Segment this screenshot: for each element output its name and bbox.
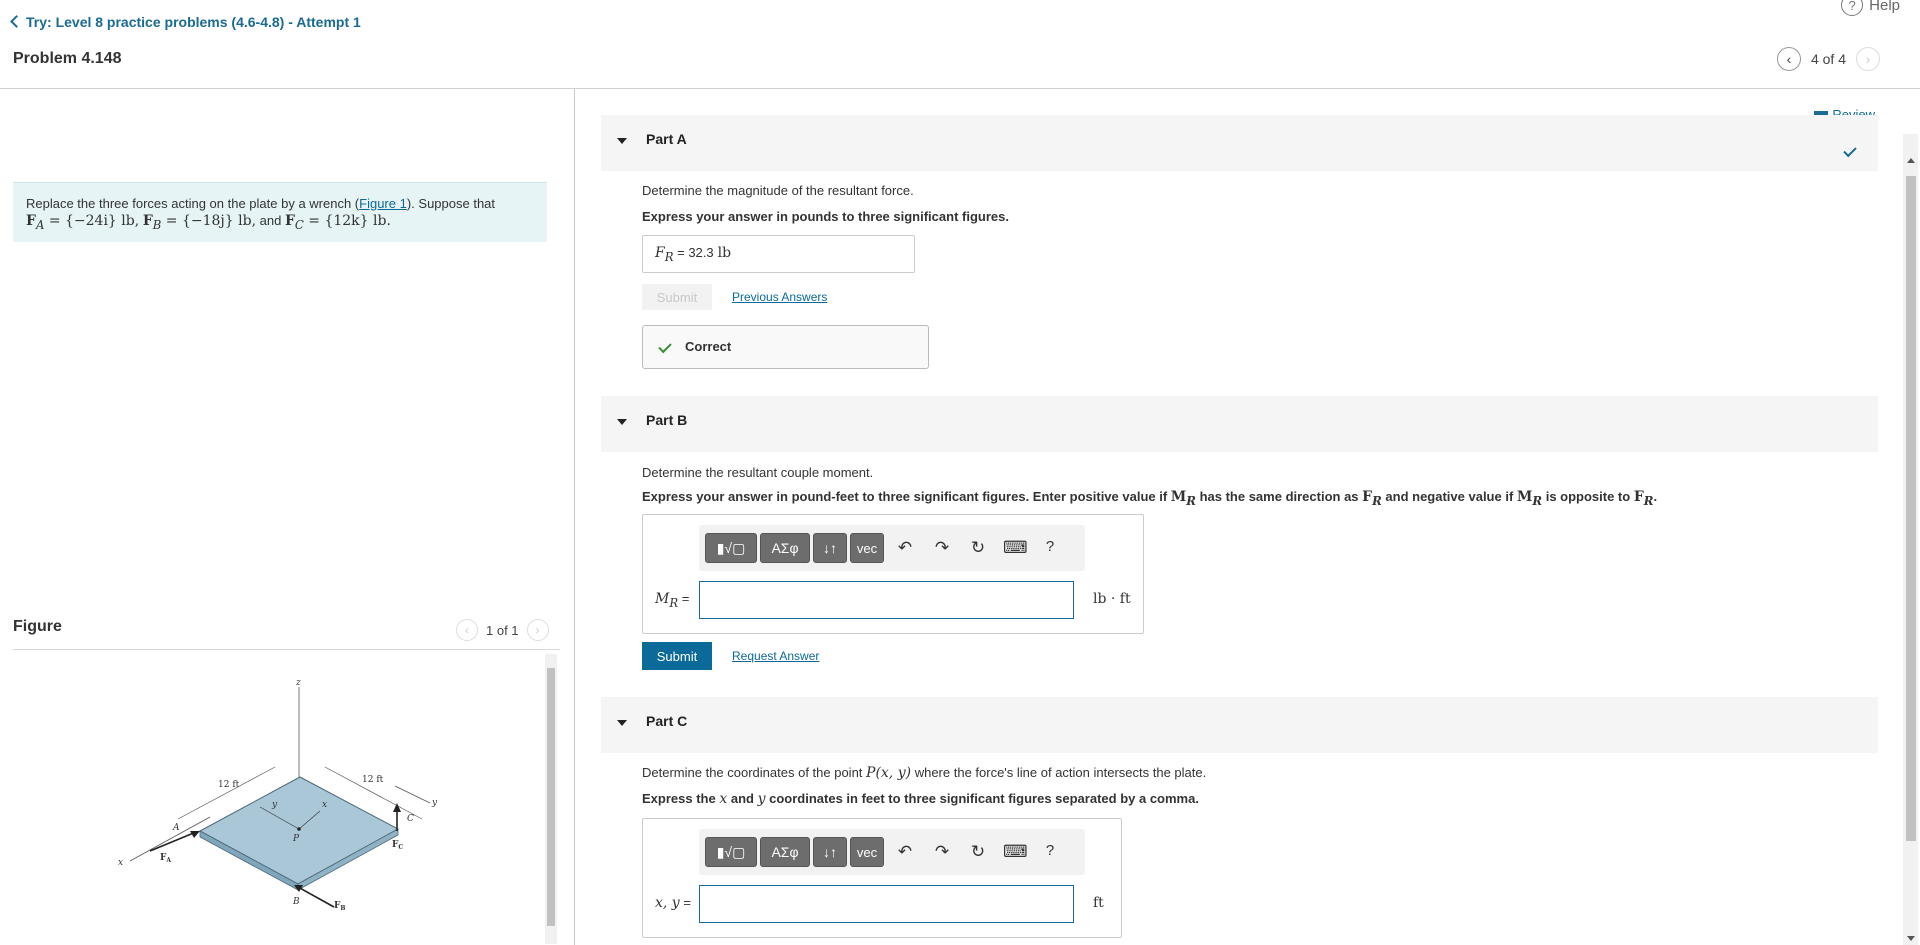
figure-link[interactable]: Figure 1 [359,196,407,211]
figure-divider [13,649,560,650]
back-to-assignment-link[interactable]: Try: Level 8 practice problems (4.6-4.8)… [10,14,361,30]
corner-c-label: C [407,814,414,824]
help-icon: ? [1841,0,1864,16]
answer-pane-scrollbar-thumb[interactable] [1906,176,1916,841]
figure-heading: Figure [13,618,62,635]
inner-y-label: y [271,800,278,810]
templates-button[interactable]: ▮√▢ [705,533,757,563]
part-c-header[interactable]: Part C [601,697,1878,753]
vector-button[interactable]: vec [850,533,884,563]
part-a-submit-button[interactable]: Submit [642,284,712,310]
help-link[interactable]: ? Help [1841,0,1900,16]
problem-pane: Replace the three forces acting on the p… [0,89,575,945]
part-b-question: Determine the resultant couple moment. [642,465,874,480]
request-answer-link[interactable]: Request Answer [732,649,819,663]
redo-icon[interactable]: ↷ [931,538,953,558]
x-axis-label: x [118,858,123,868]
part-b-answer-box: ▮√▢ ΑΣφ ↓↑ vec ↶ ↷ ↻ ⌨ ? MR = lb · ft [642,514,1144,634]
undo-icon[interactable]: ↶ [894,842,916,862]
scroll-down-arrow-icon[interactable] [1907,936,1915,941]
part-c-instruction: Express the x and y coordinates in feet … [642,791,1199,807]
answer-pane-scrollbar[interactable] [1903,134,1918,945]
chevron-left-icon [10,15,23,28]
problem-pager: ‹ 4 of 4 › [1776,47,1880,71]
next-figure-button[interactable]: › [526,619,549,641]
part-b-math-toolbar: ▮√▢ ΑΣφ ↓↑ vec ↶ ↷ ↻ ⌨ ? [699,525,1085,571]
part-b-header[interactable]: Part B [601,396,1878,452]
corner-a-label: A [172,823,180,833]
correct-check-icon [658,339,672,354]
part-c-question: Determine the coordinates of the point P… [642,765,1207,781]
part-b-answer-input[interactable] [699,581,1074,619]
completed-check-icon [1843,143,1857,158]
part-a-header[interactable]: Part A [601,115,1878,171]
greek-symbols-button[interactable]: ΑΣφ [760,837,810,867]
force-a-label: FA [160,853,171,864]
templates-button[interactable]: ▮√▢ [705,837,757,867]
next-problem-button[interactable]: › [1856,47,1880,71]
part-b-unit: lb · ft [1093,591,1131,607]
collapse-triangle-icon [617,419,627,425]
vector-button[interactable]: vec [850,837,884,867]
z-axis-label: z [295,679,301,688]
part-c-unit: ft [1093,895,1104,911]
collapse-triangle-icon [617,138,627,144]
help-icon[interactable]: ? [1039,842,1061,859]
dimension-label-right: 12 ft [362,775,384,785]
force-c-label: FC [392,840,403,851]
part-a-answer-value: 32.3 [688,245,714,260]
previous-figure-button[interactable]: ‹ [456,619,478,641]
inner-x-label: x [322,800,327,810]
reset-icon[interactable]: ↻ [967,538,989,558]
part-b-submit-button[interactable]: Submit [642,642,712,670]
problem-title: Problem 4.148 [13,50,122,67]
point-p-label: P [292,834,300,844]
part-a-instruction: Express your answer in pounds to three s… [642,209,1009,224]
part-a-feedback: Correct [642,325,929,369]
part-c-answer-input[interactable] [699,885,1074,923]
top-bar: Try: Level 8 practice problems (4.6-4.8)… [0,0,1920,89]
y-axis-label: y [431,798,438,808]
figure-pager: ‹ 1 of 1 › [456,619,549,641]
part-c-input-label: x, y = [655,895,691,911]
reset-icon[interactable]: ↻ [967,842,989,862]
part-b-input-label: MR = [655,591,690,610]
previous-answers-link[interactable]: Previous Answers [732,290,827,304]
keyboard-icon[interactable]: ⌨ [1003,538,1028,558]
dimension-label-left: 12 ft [218,780,240,790]
part-c-math-toolbar: ▮√▢ ΑΣφ ↓↑ vec ↶ ↷ ↻ ⌨ ? [699,829,1085,875]
problem-statement: Replace the three forces acting on the p… [13,182,547,242]
corner-b-label: B [292,897,300,907]
figure-scrollbar[interactable] [545,654,557,944]
part-b-instruction: Express your answer in pound-feet to thr… [642,489,1658,508]
figure-scrollbar-thumb[interactable] [547,668,555,926]
plate-figure: z x y 12 ft 12 ft y x P A B C FA FB FC [118,679,438,912]
greek-symbols-button[interactable]: ΑΣφ [760,533,810,563]
part-a-question: Determine the magnitude of the resultant… [642,183,914,198]
collapse-triangle-icon [617,720,627,726]
force-b-label: FB [334,901,345,912]
part-c-answer-box: ▮√▢ ΑΣφ ↓↑ vec ↶ ↷ ↻ ⌨ ? x, y = ft [642,818,1122,938]
undo-icon[interactable]: ↶ [894,538,916,558]
arrows-button[interactable]: ↓↑ [813,837,847,867]
part-a-answer-display: FR = 32.3 lb [642,235,915,273]
pager-text: 4 of 4 [1810,51,1846,67]
answer-pane: Review Part A Determine the magnitude of… [575,89,1920,945]
keyboard-icon[interactable]: ⌨ [1003,842,1028,862]
redo-icon[interactable]: ↷ [931,842,953,862]
previous-problem-button[interactable]: ‹ [1776,47,1801,71]
help-icon[interactable]: ? [1039,538,1061,555]
scroll-up-arrow-icon[interactable] [1907,158,1915,163]
arrows-button[interactable]: ↓↑ [813,533,847,563]
